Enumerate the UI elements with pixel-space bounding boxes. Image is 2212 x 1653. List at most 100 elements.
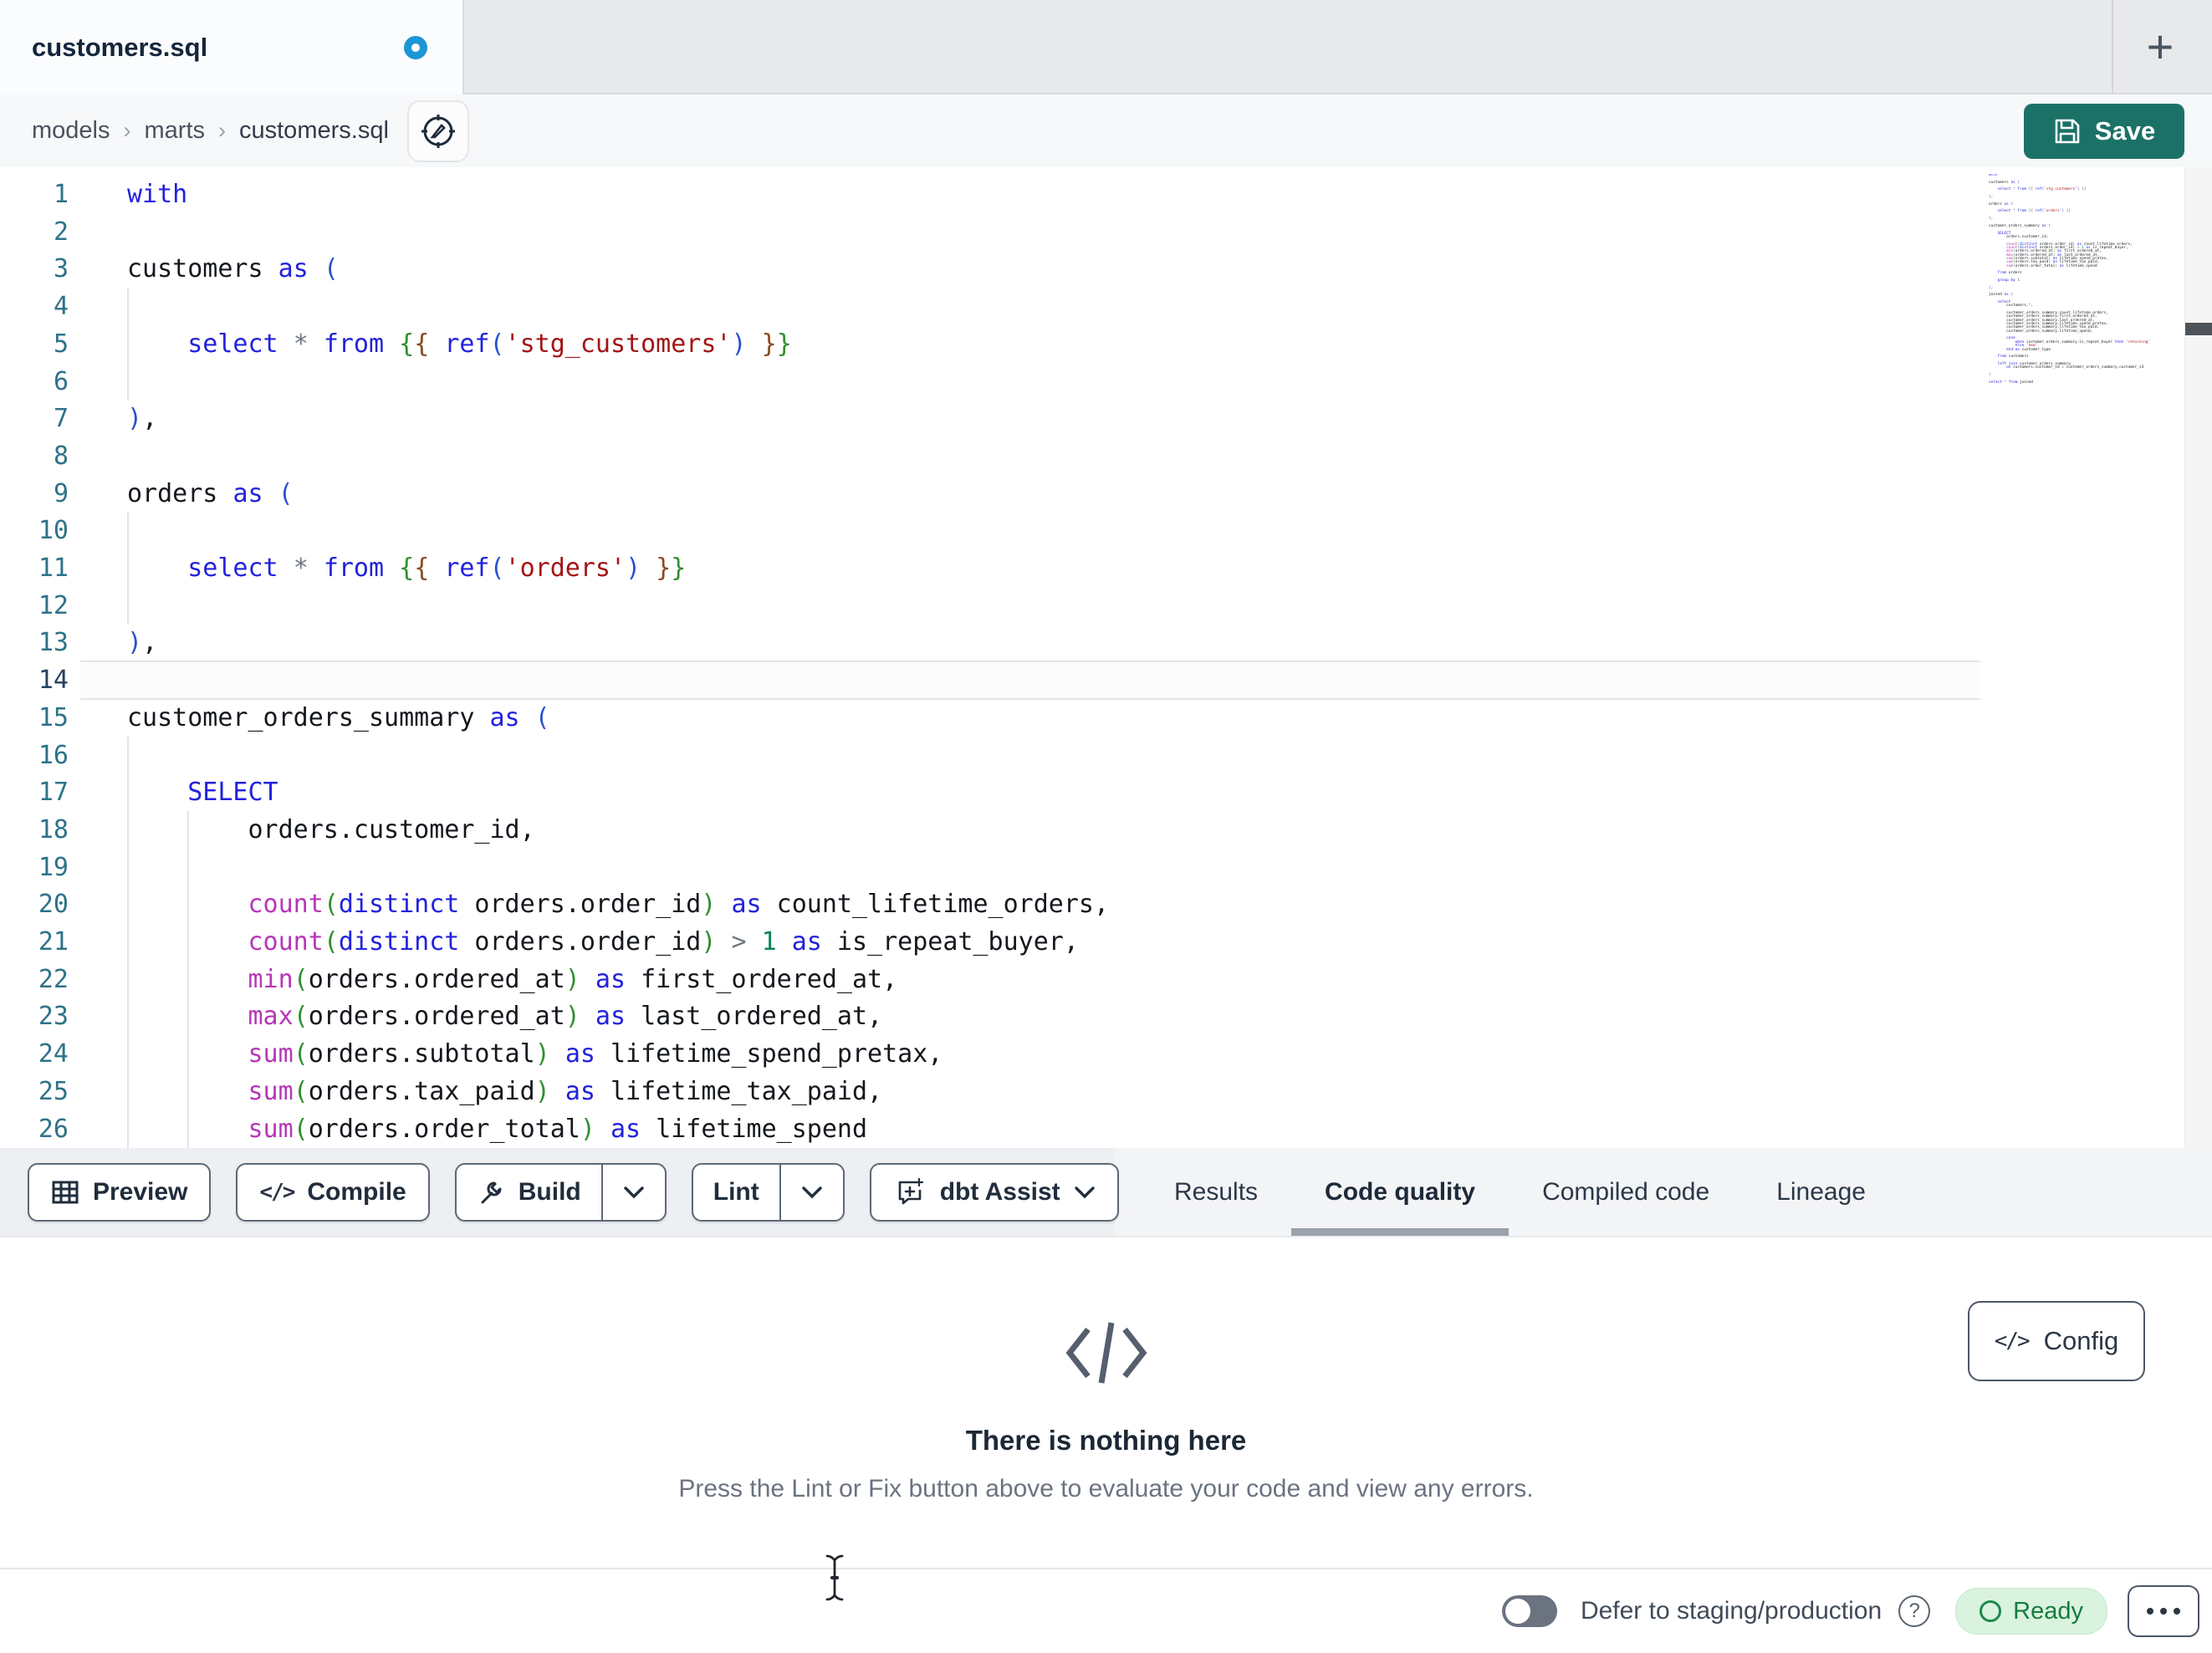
minimap[interactable]: with customers as ( select * from {{ ref… xyxy=(1989,174,2179,385)
lint-dropdown-button[interactable] xyxy=(779,1165,843,1220)
line-number[interactable]: 21 xyxy=(0,923,69,961)
line-number[interactable]: 3 xyxy=(0,250,69,288)
table-grid-icon xyxy=(51,1178,79,1207)
tab-customers-sql[interactable]: customers.sql xyxy=(0,0,464,94)
code-line[interactable]: 19 xyxy=(0,848,2212,886)
line-number[interactable]: 15 xyxy=(0,699,69,737)
tab-lineage[interactable]: Lineage xyxy=(1776,1148,1866,1236)
code-line[interactable]: 24 sum(orders.subtotal) as lifetime_spen… xyxy=(0,1035,2212,1074)
code-icon: </> xyxy=(259,1180,295,1205)
tab-compiled-code[interactable]: Compiled code xyxy=(1542,1148,1709,1236)
code-line[interactable]: 25 sum(orders.tax_paid) as lifetime_tax_… xyxy=(0,1072,2212,1110)
save-floppy-icon xyxy=(2053,117,2082,145)
line-number[interactable]: 5 xyxy=(0,325,69,363)
line-number[interactable]: 19 xyxy=(0,849,69,886)
code-line[interactable]: 26 sum(orders.order_total) as lifetime_s… xyxy=(0,1110,2212,1148)
code-line[interactable]: 2 xyxy=(0,213,2212,251)
editor-scrollbar-thumb[interactable] xyxy=(2185,323,2212,335)
breadcrumb-separator: › xyxy=(218,118,226,143)
line-number[interactable]: 23 xyxy=(0,997,69,1035)
code-line[interactable]: 10 xyxy=(0,512,2212,550)
config-button[interactable]: </> Config xyxy=(1968,1301,2145,1381)
line-number[interactable]: 13 xyxy=(0,624,69,661)
tab-code-quality[interactable]: Code quality xyxy=(1291,1148,1510,1236)
code-line[interactable]: 3 customers as ( xyxy=(0,250,2212,288)
defer-toggle[interactable] xyxy=(1501,1595,1557,1627)
code-line[interactable]: 4 xyxy=(0,288,2212,326)
indent-guide xyxy=(127,848,129,886)
compile-button[interactable]: </> Compile xyxy=(236,1163,430,1222)
line-number[interactable]: 12 xyxy=(0,587,69,625)
code-line[interactable]: 7), xyxy=(0,400,2212,437)
line-number[interactable]: 1 xyxy=(0,176,69,213)
line-number[interactable]: 6 xyxy=(0,363,69,400)
line-number[interactable]: 17 xyxy=(0,773,69,811)
code-line[interactable]: 8 xyxy=(0,437,2212,475)
code-line[interactable]: 6 xyxy=(0,362,2212,400)
code-icon: </> xyxy=(1994,1329,2031,1354)
code-line[interactable]: 17 SELECT xyxy=(0,773,2212,812)
code-line[interactable]: 5 select * from {{ ref('stg_customers') … xyxy=(0,324,2212,363)
tab-results[interactable]: Results xyxy=(1174,1148,1258,1236)
save-button[interactable]: Save xyxy=(2024,104,2184,159)
line-number[interactable]: 14 xyxy=(0,661,69,699)
code-line[interactable]: 22 min(orders.ordered_at) as first_order… xyxy=(0,960,2212,998)
editor-scrollbar-track[interactable] xyxy=(2184,167,2212,1148)
code-line[interactable]: 11 select * from {{ ref('orders') }} xyxy=(0,549,2212,587)
help-icon[interactable]: ? xyxy=(1898,1595,1931,1627)
line-number[interactable]: 20 xyxy=(0,885,69,923)
preview-button[interactable]: Preview xyxy=(28,1163,212,1222)
line-number[interactable]: 9 xyxy=(0,475,69,513)
code-line[interactable]: 15 customer_orders_summary as ( xyxy=(0,699,2212,737)
breadcrumb-marts[interactable]: marts xyxy=(145,117,206,145)
code-line[interactable]: 14 xyxy=(0,661,2212,701)
indent-guide xyxy=(127,288,129,326)
ibeam-cursor xyxy=(824,1554,845,1602)
line-number[interactable]: 7 xyxy=(0,400,69,437)
code-line[interactable]: 16 xyxy=(0,736,2212,774)
lint-label: Lint xyxy=(713,1178,759,1206)
chevron-down-icon xyxy=(623,1186,645,1199)
code-line[interactable]: 21 count(distinct orders.order_id) > 1 a… xyxy=(0,923,2212,961)
line-number[interactable]: 18 xyxy=(0,811,69,849)
code-line[interactable]: 9 orders as ( xyxy=(0,475,2212,513)
line-number[interactable]: 4 xyxy=(0,288,69,325)
defer-label: Defer to staging/production xyxy=(1580,1597,1882,1625)
dbt-assist-button[interactable]: dbt Assist xyxy=(869,1163,1119,1222)
line-number[interactable]: 22 xyxy=(0,961,69,998)
new-tab-button[interactable]: + xyxy=(2128,15,2192,79)
toggle-knob xyxy=(1504,1599,1530,1624)
line-number[interactable]: 10 xyxy=(0,512,69,549)
result-tabs: Results Code quality Compiled code Lineage xyxy=(1114,1148,1866,1236)
tabbar-divider xyxy=(2112,0,2113,93)
line-number[interactable]: 25 xyxy=(0,1073,69,1110)
code-line[interactable]: 23 max(orders.ordered_at) as last_ordere… xyxy=(0,997,2212,1036)
code-line[interactable]: 20 count(distinct orders.order_id) as co… xyxy=(0,885,2212,924)
chevron-down-icon xyxy=(1074,1186,1096,1199)
build-button[interactable]: Build xyxy=(457,1165,601,1220)
build-dropdown-button[interactable] xyxy=(600,1165,665,1220)
unsaved-changes-dot-icon xyxy=(404,36,427,59)
line-number[interactable]: 26 xyxy=(0,1110,69,1148)
action-toolbar: Preview </> Compile Build Lint dbt Assis… xyxy=(0,1148,2212,1237)
build-split-button: Build xyxy=(454,1163,667,1222)
line-number[interactable]: 24 xyxy=(0,1035,69,1073)
more-options-button[interactable] xyxy=(2128,1585,2199,1637)
lineage-compass-button[interactable] xyxy=(406,99,469,162)
code-line[interactable]: 13), xyxy=(0,624,2212,661)
code-line[interactable]: 18 orders.customer_id, xyxy=(0,810,2212,849)
breadcrumb-models[interactable]: models xyxy=(32,117,110,145)
code-editor[interactable]: 1 with 2 3 customers as (4 5 select * from {{… xyxy=(0,167,2212,1148)
lint-button[interactable]: Lint xyxy=(693,1165,779,1220)
line-number[interactable]: 2 xyxy=(0,213,69,251)
build-label: Build xyxy=(518,1178,581,1206)
line-number[interactable]: 8 xyxy=(0,437,69,475)
status-ready-badge[interactable]: Ready xyxy=(1955,1588,2107,1635)
code-line[interactable]: 12 xyxy=(0,586,2212,625)
code-line[interactable]: 1 with xyxy=(0,176,2212,213)
line-number[interactable]: 16 xyxy=(0,737,69,774)
breadcrumb-file: customers.sql xyxy=(239,117,389,144)
line-number[interactable]: 11 xyxy=(0,549,69,587)
compass-icon xyxy=(419,112,457,151)
lint-split-button: Lint xyxy=(691,1163,845,1222)
